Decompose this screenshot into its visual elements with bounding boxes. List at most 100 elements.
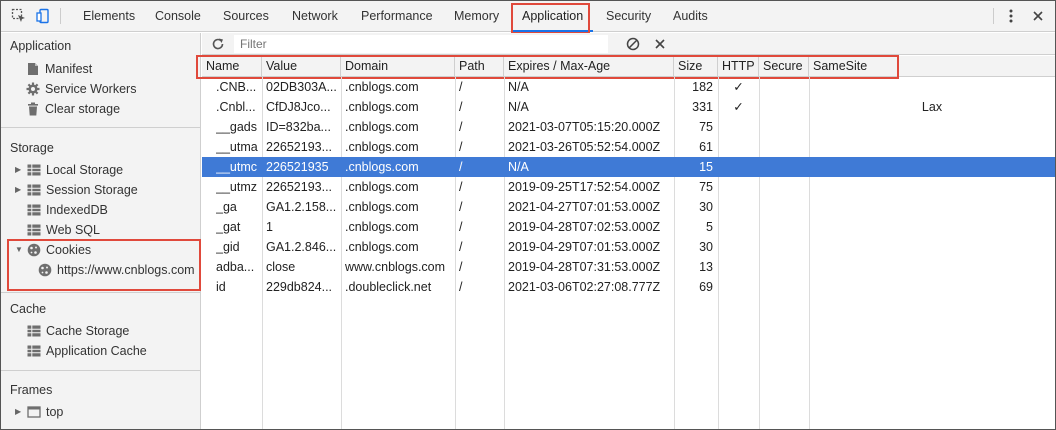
cell-value: 229db824... bbox=[266, 280, 333, 294]
sidebar-item-clear-storage[interactable]: Clear storage bbox=[26, 99, 120, 119]
devtools-tab-bar: Elements Console Sources Network Perform… bbox=[1, 1, 1055, 32]
application-sidebar: Application Manifest Service Workers Cle… bbox=[1, 33, 201, 429]
column-header-secure[interactable]: Secure bbox=[759, 56, 809, 77]
tab-memory[interactable]: Memory bbox=[444, 1, 509, 32]
column-header-value[interactable]: Value bbox=[262, 56, 341, 77]
cell-size: 5 bbox=[706, 220, 713, 234]
cell-value: 22652193... bbox=[266, 180, 333, 194]
cell-path: / bbox=[459, 80, 463, 94]
cell-expires: 2019-04-28T07:02:53.000Z bbox=[508, 220, 661, 234]
collapse-arrow-icon[interactable]: ▼ bbox=[15, 240, 25, 260]
tab-performance[interactable]: Performance bbox=[351, 1, 443, 32]
clear-all-icon[interactable] bbox=[624, 35, 642, 53]
sidebar-item-cookie-site[interactable]: https://www.cnblogs.com bbox=[38, 260, 195, 280]
column-header-http[interactable]: HTTP bbox=[718, 56, 759, 77]
cell-domain: .cnblogs.com bbox=[345, 100, 419, 114]
table-row[interactable]: __utma 22652193... .cnblogs.com / 2021-03-26… bbox=[202, 137, 1055, 157]
cell-secure bbox=[759, 157, 809, 177]
cell-expires: 2019-04-29T07:01:53.000Z bbox=[508, 240, 661, 254]
table-row[interactable]: id 229db824... .doubleclick.net / 2021-03-06… bbox=[202, 277, 1055, 297]
expand-arrow-icon[interactable]: ▶ bbox=[15, 402, 25, 422]
tab-audits[interactable]: Audits bbox=[663, 1, 718, 32]
table-row[interactable]: _gid GA1.2.846... .cnblogs.com / 2019-04-29T… bbox=[202, 237, 1055, 257]
cell-secure bbox=[759, 137, 809, 157]
section-title-cache: Cache bbox=[10, 302, 47, 316]
sidebar-item-cookies[interactable]: ▼ Cookies bbox=[15, 240, 91, 260]
tab-network[interactable]: Network bbox=[282, 1, 348, 32]
sidebar-item-web-sql[interactable]: Web SQL bbox=[27, 220, 100, 240]
cell-domain: .cnblogs.com bbox=[345, 160, 419, 174]
cell-value: GA1.2.846... bbox=[266, 240, 337, 254]
cell-value: GA1.2.158... bbox=[266, 200, 337, 214]
grid-icon bbox=[27, 344, 41, 358]
table-row[interactable]: adba... close www.cnblogs.com / 2019-04-28T0… bbox=[202, 257, 1055, 277]
sidebar-item-label: Clear storage bbox=[45, 102, 121, 116]
sidebar-item-indexeddb[interactable]: IndexedDB bbox=[27, 200, 108, 220]
cell-http bbox=[718, 237, 759, 257]
sidebar-item-label: Web SQL bbox=[46, 223, 100, 237]
sidebar-item-label: Cache Storage bbox=[46, 324, 130, 338]
cell-name: __gads bbox=[216, 120, 258, 134]
cell-domain: .cnblogs.com bbox=[345, 240, 419, 254]
filter-input[interactable] bbox=[234, 35, 608, 53]
column-header-expires[interactable]: Expires / Max-Age bbox=[504, 56, 674, 77]
sidebar-item-application-cache[interactable]: Application Cache bbox=[27, 341, 147, 361]
tab-application[interactable]: Application bbox=[512, 1, 594, 32]
cell-domain: .cnblogs.com bbox=[345, 200, 419, 214]
sidebar-item-local-storage[interactable]: ▶ Local Storage bbox=[15, 160, 123, 180]
column-header-name[interactable]: Name bbox=[202, 56, 262, 77]
tab-elements[interactable]: Elements bbox=[73, 1, 145, 32]
cell-http: ✓ bbox=[733, 100, 744, 114]
column-header-path[interactable]: Path bbox=[455, 56, 504, 77]
cell-size: 15 bbox=[699, 160, 713, 174]
sidebar-item-frame-top[interactable]: ▶ top bbox=[15, 402, 63, 422]
device-toolbar-icon[interactable] bbox=[34, 7, 52, 25]
expand-arrow-icon[interactable]: ▶ bbox=[15, 180, 25, 200]
cell-size: 75 bbox=[699, 180, 713, 194]
cell-size: 69 bbox=[699, 280, 713, 294]
table-row[interactable]: __utmc 226521935 .cnblogs.com / N/A 15 bbox=[202, 157, 1055, 177]
cell-value: close bbox=[266, 260, 296, 274]
table-row[interactable]: _gat 1 .cnblogs.com / 2019-04-28T07:02:53.00… bbox=[202, 217, 1055, 237]
cell-size: 30 bbox=[699, 200, 713, 214]
cell-path: / bbox=[459, 120, 463, 134]
cell-name: __utmc bbox=[216, 160, 257, 174]
cell-name: _gat bbox=[216, 220, 241, 234]
sidebar-item-manifest[interactable]: Manifest bbox=[26, 59, 92, 79]
sidebar-item-label: Service Workers bbox=[45, 82, 137, 96]
expand-arrow-icon[interactable]: ▶ bbox=[15, 160, 25, 180]
table-row[interactable]: __gads ID=832ba... .cnblogs.com / 2021-03-07… bbox=[202, 117, 1055, 137]
section-title-application: Application bbox=[10, 39, 72, 53]
cell-domain: .cnblogs.com bbox=[345, 140, 419, 154]
delete-selected-icon[interactable] bbox=[651, 35, 669, 53]
tab-console[interactable]: Console bbox=[145, 1, 211, 32]
cell-expires: N/A bbox=[508, 100, 529, 114]
sidebar-item-service-workers[interactable]: Service Workers bbox=[26, 79, 136, 99]
cookie-table-body: .CNB... 02DB303A... .cnblogs.com / N/A 182 ✓ .C… bbox=[202, 77, 1055, 429]
more-options-icon[interactable] bbox=[1002, 7, 1020, 25]
cell-name: adba... bbox=[216, 260, 255, 274]
table-row[interactable]: _ga GA1.2.158... .cnblogs.com / 2021-04-27T0… bbox=[202, 197, 1055, 217]
inspect-element-icon[interactable] bbox=[10, 7, 28, 25]
cell-size: 61 bbox=[699, 140, 713, 154]
cell-domain: .doubleclick.net bbox=[345, 280, 432, 294]
cell-path: / bbox=[459, 140, 463, 154]
cell-name: .CNB... bbox=[216, 80, 257, 94]
close-devtools-icon[interactable] bbox=[1029, 7, 1047, 25]
tab-sources[interactable]: Sources bbox=[213, 1, 279, 32]
tab-security[interactable]: Security bbox=[596, 1, 661, 32]
column-header-size[interactable]: Size bbox=[674, 56, 718, 77]
table-row[interactable]: .Cnbl... CfDJ8Jco... .cnblogs.com / N/A 331 ✓ L… bbox=[202, 97, 1055, 117]
table-row[interactable]: __utmz 22652193... .cnblogs.com / 2019-09-25… bbox=[202, 177, 1055, 197]
cell-path: / bbox=[459, 100, 463, 114]
cell-secure bbox=[759, 97, 809, 117]
cookie-icon bbox=[38, 263, 52, 277]
sidebar-item-cache-storage[interactable]: Cache Storage bbox=[27, 321, 129, 341]
refresh-icon[interactable] bbox=[209, 35, 227, 53]
sidebar-item-session-storage[interactable]: ▶ Session Storage bbox=[15, 180, 138, 200]
table-row[interactable]: .CNB... 02DB303A... .cnblogs.com / N/A 182 ✓ bbox=[202, 77, 1055, 97]
column-header-samesite[interactable]: SameSite bbox=[809, 56, 1055, 77]
cookie-filter-toolbar bbox=[202, 33, 1055, 55]
column-header-domain[interactable]: Domain bbox=[341, 56, 455, 77]
sidebar-divider bbox=[1, 127, 201, 128]
